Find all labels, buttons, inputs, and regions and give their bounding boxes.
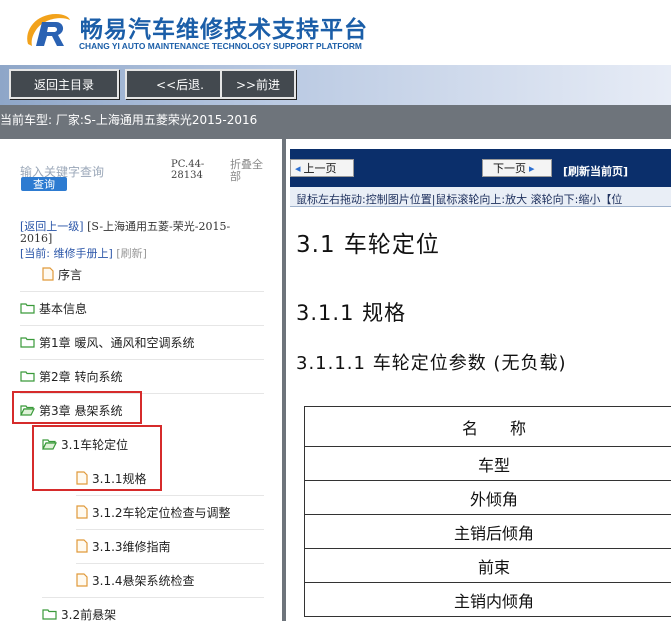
section-title: 3.1 车轮定位 — [296, 232, 440, 258]
table-cell: 主销内倾角 — [304, 582, 671, 617]
table-row: 主销内倾角 — [304, 582, 671, 617]
table-cell: 主销后倾角 — [304, 514, 671, 549]
tree-item-label: 序言 — [58, 267, 83, 282]
document-icon — [42, 267, 54, 281]
brand-subtitle: CHANG YI AUTO MAINTENANCE TECHNOLOGY SUP… — [79, 41, 362, 51]
tree-item-3-1-3[interactable]: 3.1.3维修指南 — [76, 536, 171, 556]
divider — [76, 495, 264, 496]
tree-item-label: 基本信息 — [39, 301, 88, 316]
divider — [76, 563, 264, 564]
table-row: 外倾角 — [304, 480, 671, 515]
tree-item-label: 3.2前悬架 — [61, 607, 117, 621]
divider — [20, 325, 264, 326]
divider — [42, 597, 264, 598]
folder-icon — [20, 303, 35, 314]
viewer-toolbar: ◂ 上一页 下一页 ▸ [刷新当前页] — [290, 149, 671, 187]
next-page-button[interactable]: 下一页 ▸ — [482, 159, 552, 177]
table-row: 名 称 — [304, 406, 671, 447]
highlight-box — [12, 391, 142, 424]
vehicle-info-bar: 当前车型: 厂家:S-上海通用五菱荣光2015-2016 — [0, 105, 671, 139]
brand-title: 畅易汽车维修技术支持平台 — [80, 17, 368, 43]
sidebar: 输入关键字查询 查询 PC.44-28134 折叠全部 [返回上一级] [S-上… — [0, 139, 286, 621]
divider — [20, 291, 264, 292]
tree-item-basic-info[interactable]: 基本信息 — [20, 298, 87, 318]
collapse-all-link[interactable]: 折叠全部 — [230, 159, 270, 183]
document-icon — [76, 573, 88, 587]
divider — [76, 529, 264, 530]
prev-page-label: 上一页 — [303, 162, 337, 175]
highlight-box — [32, 425, 162, 491]
table-cell: 名 称 — [304, 406, 671, 447]
folder-icon — [20, 371, 35, 382]
r-swoosh-logo-icon — [27, 14, 70, 46]
tree-item-label: 3.1.2车轮定位检查与调整 — [92, 505, 231, 520]
back-button[interactable]: <<后退. — [125, 69, 235, 99]
home-button[interactable]: 返回主目录 — [9, 69, 119, 99]
table-cell: 外倾角 — [304, 480, 671, 515]
table-cell: 前束 — [304, 548, 671, 583]
table-row: 主销后倾角 — [304, 514, 671, 549]
document-icon — [76, 539, 88, 553]
current-location: [当前: 维修手册上] [刷新] — [20, 245, 147, 261]
folder-icon — [20, 337, 35, 348]
divider — [20, 359, 264, 360]
main-nav-bar: 返回主目录 <<后退. >>前进 — [0, 65, 671, 105]
prev-page-button[interactable]: ◂ 上一页 — [290, 159, 354, 177]
next-page-label: 下一页 — [493, 162, 526, 175]
breadcrumb: [返回上一级] [S-上海通用五菱-荣光-2015-2016] — [20, 221, 260, 245]
table-cell: 车型 — [304, 446, 671, 481]
tree-item-3-2[interactable]: 3.2前悬架 — [42, 604, 116, 621]
subsection-title: 3.1.1 规格 — [296, 301, 407, 325]
tree-item-label: 第1章 暖风、通风和空调系统 — [39, 335, 195, 350]
refresh-link[interactable]: [刷新] — [116, 247, 147, 260]
tree-item-label: 第2章 转向系统 — [39, 369, 123, 384]
tree-item-label: 3.1.4悬架系统检查 — [92, 573, 195, 588]
table-row: 前束 — [304, 548, 671, 583]
app-header: 畅易汽车维修技术支持平台 CHANG YI AUTO MAINTENANCE T… — [0, 0, 671, 65]
current-vehicle-label: 当前车型: 厂家:S-上海通用五菱荣光2015-2016 — [0, 113, 258, 127]
current-manual-label: [当前: 维修手册上] — [20, 247, 113, 260]
arrow-left-icon: ◂ — [295, 161, 301, 175]
tree-item-3-1-4[interactable]: 3.1.4悬架系统检查 — [76, 570, 195, 590]
subsubsection-title: 3.1.1.1 车轮定位参数 (无负载) — [296, 353, 567, 374]
forward-button[interactable]: >>前进 — [220, 69, 296, 99]
tree-item-label: 3.1.3维修指南 — [92, 539, 171, 554]
spec-table: 名 称 车型 外倾角 主销后倾角 前束 主销内倾角 — [304, 406, 671, 617]
folder-icon — [42, 609, 57, 620]
hint-text: 鼠标左右拖动:控制图片位置|鼠标滚轮向上:放大 滚轮向下:缩小【位 — [296, 193, 623, 206]
document-viewer: ◂ 上一页 下一页 ▸ [刷新当前页] 鼠标左右拖动:控制图片位置|鼠标滚轮向上… — [290, 149, 671, 621]
hint-bar: 鼠标左右拖动:控制图片位置|鼠标滚轮向上:放大 滚轮向下:缩小【位 — [290, 187, 671, 207]
tree-item-3-1-2[interactable]: 3.1.2车轮定位检查与调整 — [76, 502, 231, 522]
tree-item-chapter-2[interactable]: 第2章 转向系统 — [20, 366, 122, 386]
document-icon — [76, 505, 88, 519]
search-button[interactable]: 查询 — [21, 177, 67, 191]
refresh-page-link[interactable]: [刷新当前页] — [563, 163, 628, 179]
tree-item-preface[interactable]: 序言 — [42, 264, 82, 284]
tree-item-chapter-1[interactable]: 第1章 暖风、通风和空调系统 — [20, 332, 194, 352]
pc-code-label: PC.44-28134 — [171, 159, 205, 181]
arrow-right-icon: ▸ — [529, 161, 535, 175]
table-row: 车型 — [304, 446, 671, 481]
